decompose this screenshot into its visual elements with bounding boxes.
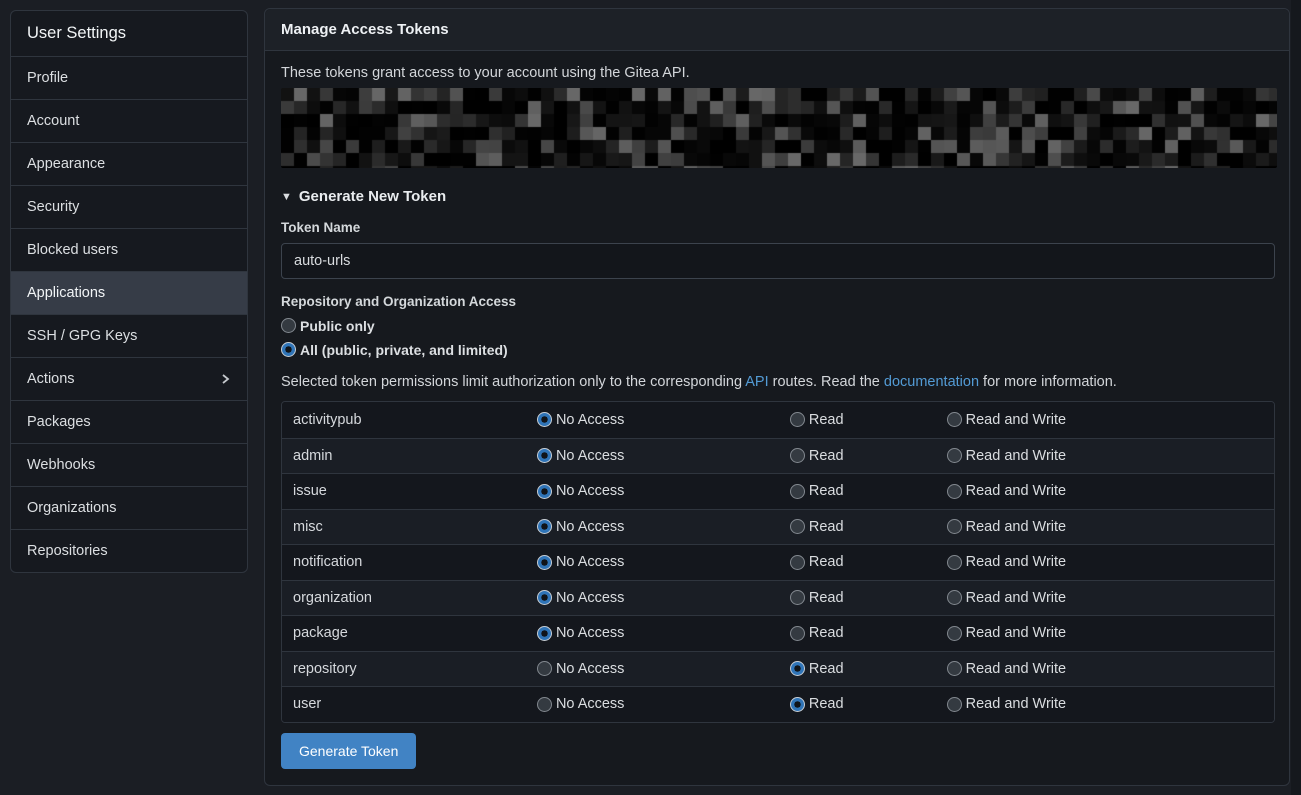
radio-no-access[interactable] <box>537 519 552 534</box>
radio-no-access[interactable] <box>537 555 552 570</box>
access-option-all[interactable]: All (public, private, and limited) <box>281 342 1273 357</box>
radio-no-access[interactable] <box>537 412 552 427</box>
token-name-label: Token Name <box>281 220 1273 235</box>
radio-read-write[interactable] <box>947 697 962 712</box>
radio-read[interactable] <box>790 484 805 499</box>
sidebar-item-packages[interactable]: Packages <box>11 400 247 443</box>
scope-name: organization <box>282 590 537 606</box>
public-only-label[interactable]: Public only <box>300 318 375 334</box>
panel-title: Manage Access Tokens <box>265 9 1289 51</box>
permission-row-issue: issue No Access Read Read and Write <box>282 473 1274 509</box>
sidebar-item-applications[interactable]: Applications <box>11 271 247 314</box>
radio-no-access[interactable] <box>537 448 552 463</box>
radio-read-write[interactable] <box>947 590 962 605</box>
sidebar-item-profile[interactable]: Profile <box>11 56 247 99</box>
sidebar-item-blocked-users[interactable]: Blocked users <box>11 228 247 271</box>
scope-name: user <box>282 696 537 712</box>
sidebar-item-appearance[interactable]: Appearance <box>11 142 247 185</box>
sidebar-item-account[interactable]: Account <box>11 99 247 142</box>
access-option-public-only[interactable]: Public only <box>281 318 1273 333</box>
generate-token-button[interactable]: Generate Token <box>281 733 416 769</box>
access-scope-label: Repository and Organization Access <box>281 294 1273 309</box>
sidebar-item-security[interactable]: Security <box>11 185 247 228</box>
documentation-link[interactable]: documentation <box>884 374 979 390</box>
all-access-label[interactable]: All (public, private, and limited) <box>300 342 508 358</box>
radio-no-access[interactable] <box>537 590 552 605</box>
permission-row-activitypub: activitypub No Access Read Read and Writ… <box>282 402 1274 438</box>
permission-row-organization: organization No Access Read Read and Wri… <box>282 580 1274 616</box>
radio-read[interactable] <box>790 590 805 605</box>
radio-read-write[interactable] <box>947 484 962 499</box>
permission-row-package: package No Access Read Read and Write <box>282 615 1274 651</box>
api-link[interactable]: API <box>745 374 768 390</box>
sidebar-item-organizations[interactable]: Organizations <box>11 486 247 529</box>
permission-row-user: user No Access Read Read and Write <box>282 686 1274 722</box>
radio-read-write[interactable] <box>947 519 962 534</box>
collapse-triangle-icon: ▼ <box>281 191 292 203</box>
sidebar-item-actions[interactable]: Actions <box>11 357 247 400</box>
radio-read[interactable] <box>790 519 805 534</box>
radio-no-access[interactable] <box>537 661 552 676</box>
radio-no-access[interactable] <box>537 697 552 712</box>
permission-row-admin: admin No Access Read Read and Write <box>282 438 1274 474</box>
radio-read[interactable] <box>790 412 805 427</box>
scope-name: package <box>282 625 537 641</box>
user-settings-sidebar: User Settings Profile Account Appearance… <box>10 10 248 573</box>
scope-name: admin <box>282 448 537 464</box>
tokens-intro-text: These tokens grant access to your accoun… <box>281 65 1273 81</box>
sidebar-item-repositories[interactable]: Repositories <box>11 529 247 572</box>
scope-name: repository <box>282 661 537 677</box>
sidebar-item-ssh-gpg-keys[interactable]: SSH / GPG Keys <box>11 314 247 357</box>
radio-read[interactable] <box>790 697 805 712</box>
generate-new-token-section: ▼ Generate New Token Token Name Reposito… <box>281 188 1273 769</box>
manage-access-tokens-panel: Manage Access Tokens These tokens grant … <box>264 8 1290 786</box>
radio-read[interactable] <box>790 626 805 641</box>
permission-row-misc: misc No Access Read Read and Write <box>282 509 1274 545</box>
public-only-radio[interactable] <box>281 318 296 333</box>
generate-new-token-summary[interactable]: ▼ Generate New Token <box>281 188 1273 205</box>
radio-read[interactable] <box>790 555 805 570</box>
radio-read[interactable] <box>790 448 805 463</box>
all-access-radio[interactable] <box>281 342 296 357</box>
redacted-token-pixelation <box>281 88 1277 168</box>
scope-name: notification <box>282 554 537 570</box>
sidebar-item-webhooks[interactable]: Webhooks <box>11 443 247 486</box>
permission-scopes-table: activitypub No Access Read Read and Writ… <box>281 401 1275 723</box>
permissions-note: Selected token permissions limit authori… <box>281 374 1273 390</box>
radio-no-access[interactable] <box>537 484 552 499</box>
radio-read-write[interactable] <box>947 448 962 463</box>
radio-read[interactable] <box>790 661 805 676</box>
scope-name: issue <box>282 483 537 499</box>
radio-no-access[interactable] <box>537 626 552 641</box>
permission-row-notification: notification No Access Read Read and Wri… <box>282 544 1274 580</box>
radio-read-write[interactable] <box>947 661 962 676</box>
radio-read-write[interactable] <box>947 626 962 641</box>
permission-row-repository: repository No Access Read Read and Write <box>282 651 1274 687</box>
sidebar-title: User Settings <box>11 11 247 56</box>
chevron-right-icon <box>219 373 231 385</box>
scrollbar-track[interactable] <box>1291 0 1301 795</box>
scope-name: activitypub <box>282 412 537 428</box>
scope-name: misc <box>282 519 537 535</box>
generate-new-token-title: Generate New Token <box>299 188 446 205</box>
radio-read-write[interactable] <box>947 412 962 427</box>
radio-read-write[interactable] <box>947 555 962 570</box>
token-name-input[interactable] <box>281 243 1275 279</box>
